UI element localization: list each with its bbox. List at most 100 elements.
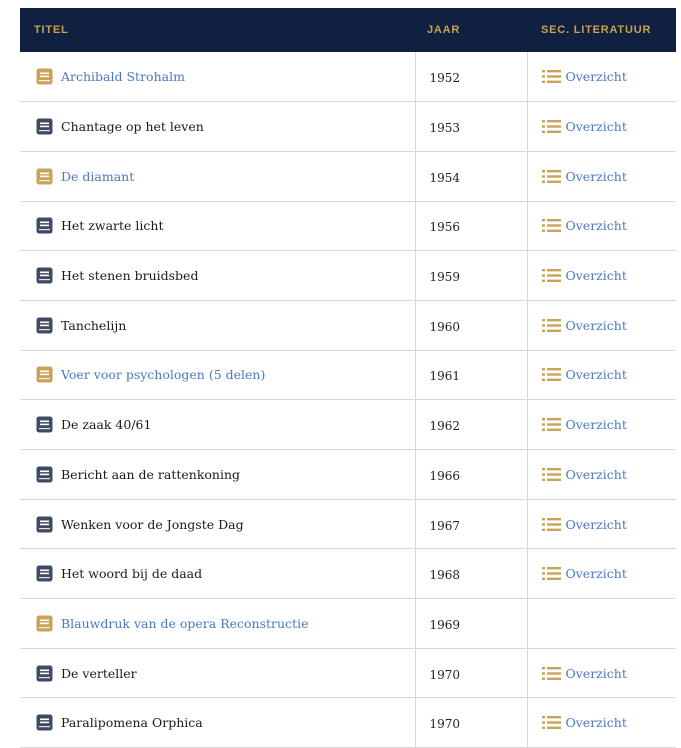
overview-link[interactable]: Overzicht [541,169,676,184]
list-icon [541,318,561,333]
title-content: De verteller [36,665,414,682]
overview-label[interactable]: Overzicht [566,467,627,482]
book-icon [36,416,53,433]
title-cell: Het zwarte licht [20,201,416,252]
title-content[interactable]: De diamant [36,168,414,185]
list-icon [541,367,561,382]
year-cell: 1968 [415,548,528,600]
overview-label[interactable]: Overzicht [566,417,627,432]
overview-link[interactable]: Overzicht [541,467,676,482]
overview-label[interactable]: Overzicht [566,218,627,233]
table-row: Voer voor psychologen (5 delen) 1961 Overz… [20,350,676,401]
literature-cell: Overzicht [527,350,676,401]
year-cell: 1959 [415,250,528,301]
literature-cell: Overzicht [527,300,676,351]
year-cell: 1970 [415,697,528,748]
overview-link[interactable]: Overzicht [541,318,676,333]
list-icon [541,417,561,432]
overview-label[interactable]: Overzicht [566,517,627,532]
overview-link[interactable]: Overzicht [541,666,676,681]
year-cell: 1969 [415,598,528,649]
year-cell: 1970 [415,648,528,699]
list-icon [541,666,561,681]
title-link[interactable]: Blauwdruk van de opera Reconstructie [61,616,308,631]
title-cell: Wenken voor de Jongste Dag [20,499,416,550]
overview-label[interactable]: Overzicht [566,169,627,184]
overview-link[interactable]: Overzicht [541,517,676,532]
book-icon [36,714,53,731]
title-cell: Blauwdruk van de opera Reconstructie [20,598,416,649]
title-content[interactable]: Voer voor psychologen (5 delen) [36,366,414,383]
table-row: Het zwarte licht 1956 Overzicht [20,201,676,252]
book-icon [36,665,53,682]
table-row: De diamant 1954 Overzicht [20,151,676,202]
overview-link[interactable]: Overzicht [541,715,676,730]
literature-cell: Overzicht [527,201,676,252]
title-cell: Het woord bij de daad [20,548,416,600]
overview-label[interactable]: Overzicht [566,69,627,84]
overview-label[interactable]: Overzicht [566,268,627,283]
title-content: De zaak 40/61 [36,416,414,433]
overview-label[interactable]: Overzicht [566,367,627,382]
year-cell: 1960 [415,300,528,351]
overview-link[interactable]: Overzicht [541,119,676,134]
overview-label[interactable]: Overzicht [566,119,627,134]
year-cell: 1961 [415,350,528,401]
header-row: TITEL JAAR SEC. LITERATUUR [20,8,676,52]
literature-cell: Overzicht [527,101,676,152]
overview-label[interactable]: Overzicht [566,318,627,333]
book-icon [36,267,53,284]
overview-link[interactable]: Overzicht [541,566,676,581]
header-year[interactable]: JAAR [415,8,527,52]
list-icon [541,218,561,233]
title-text: Het woord bij de daad [61,566,203,582]
overview-label[interactable]: Overzicht [566,715,627,730]
literature-cell: Overzicht [527,250,676,301]
title-cell: Chantage op het leven [20,101,416,152]
book-icon [36,565,53,582]
list-icon [541,119,561,134]
title-link[interactable]: De diamant [61,169,134,184]
list-icon [541,169,561,184]
header-literature[interactable]: SEC. LITERATUUR [527,8,676,52]
overview-link[interactable]: Overzicht [541,417,676,432]
book-icon [36,118,53,135]
overview-link[interactable]: Overzicht [541,69,676,84]
table-row: Tanchelijn 1960 Overzicht [20,300,676,351]
title-link[interactable]: Voer voor psychologen (5 delen) [61,367,265,382]
overview-link[interactable]: Overzicht [541,367,676,382]
title-content: Het zwarte licht [36,217,414,234]
title-text: Paralipomena Orphica [61,715,203,731]
year-cell: 1953 [415,101,528,152]
title-content[interactable]: Blauwdruk van de opera Reconstructie [36,615,414,632]
table-row: Het stenen bruidsbed 1959 Overzicht [20,250,676,301]
literature-cell: Overzicht [527,449,676,500]
works-table-container: TITEL JAAR SEC. LITERATUUR Archibald Str… [20,8,676,748]
table-row: Wenken voor de Jongste Dag 1967 Overzicht [20,499,676,550]
overview-label[interactable]: Overzicht [566,566,627,581]
list-icon [541,69,561,84]
title-content[interactable]: Archibald Strohalm [36,68,414,85]
book-icon [36,317,53,334]
title-content: Wenken voor de Jongste Dag [36,516,414,533]
overview-label[interactable]: Overzicht [566,666,627,681]
table-row: Het woord bij de daad 1968 Overzicht [20,548,676,600]
book-icon [36,168,53,185]
title-text: Het zwarte licht [61,218,164,234]
title-text: Het stenen bruidsbed [61,268,199,284]
title-text: Tanchelijn [61,317,127,333]
overview-link[interactable]: Overzicht [541,218,676,233]
table-header: TITEL JAAR SEC. LITERATUUR [20,8,676,52]
book-icon [36,217,53,234]
overview-link[interactable]: Overzicht [541,268,676,283]
year-cell: 1954 [415,151,528,202]
table-row: Bericht aan de rattenkoning 1966 Overzicht [20,449,676,500]
year-cell: 1967 [415,499,528,550]
literature-cell: Overzicht [527,399,676,450]
title-content: Het stenen bruidsbed [36,267,414,284]
literature-cell: Overzicht [527,648,676,699]
title-link[interactable]: Archibald Strohalm [61,69,185,84]
header-title[interactable]: TITEL [20,8,415,52]
title-content: Paralipomena Orphica [36,714,414,731]
title-cell: Het stenen bruidsbed [20,250,416,301]
